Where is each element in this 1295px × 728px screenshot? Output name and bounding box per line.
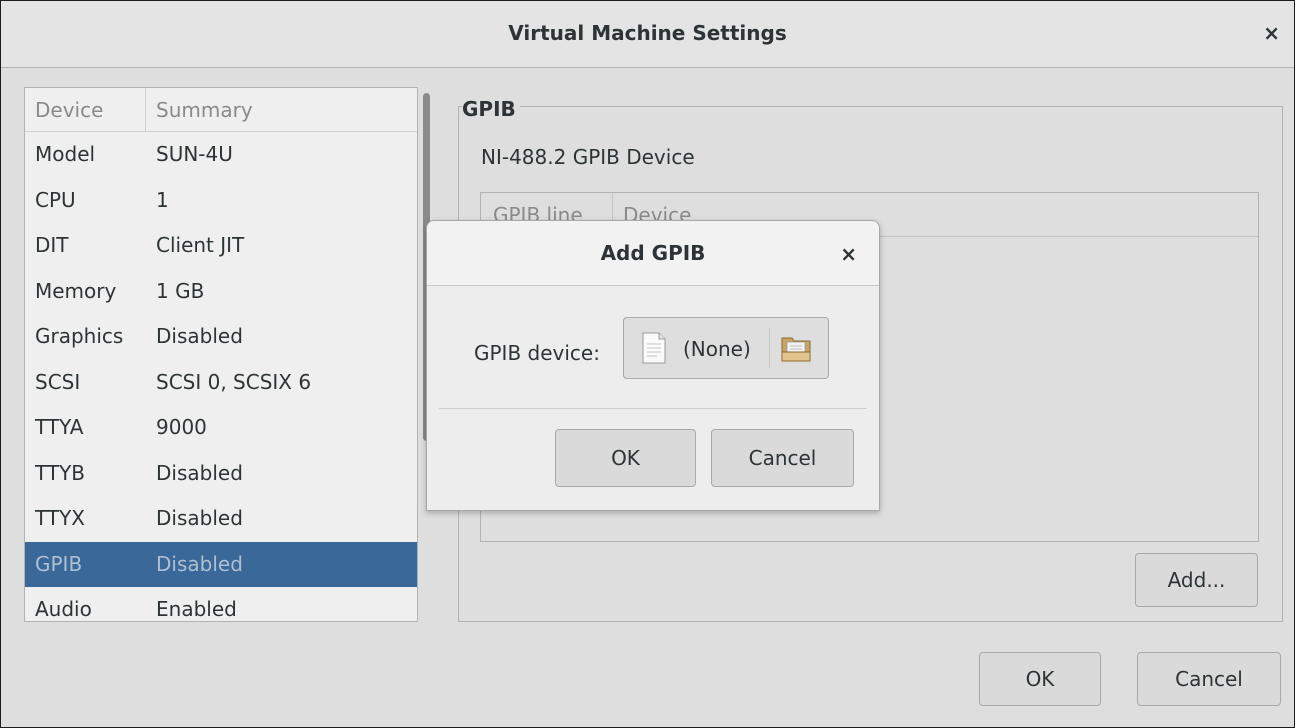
device-name: Model: [35, 142, 96, 166]
device-row-ttya[interactable]: TTYA 9000: [25, 405, 417, 450]
device-name: SCSI: [35, 369, 81, 394]
add-gpib-dialog: Add GPIB × GPIB device: (None) OK Cancel: [426, 220, 880, 511]
device-name: Memory: [35, 278, 117, 303]
device-summary: Disabled: [156, 551, 243, 576]
device-summary: SCSI 0, SCSIX 6: [156, 369, 312, 394]
device-list: Device Summary Model SUN-4U CPU 1 DIT Client …: [24, 87, 418, 622]
device-name: CPU: [35, 187, 76, 212]
device-row-dit[interactable]: DIT Client JIT: [25, 223, 417, 268]
device-column-header[interactable]: Device: [35, 98, 103, 122]
device-summary: 1: [156, 187, 169, 212]
device-summary: Disabled: [156, 460, 243, 485]
device-summary: Enabled: [156, 597, 237, 621]
ok-button[interactable]: OK: [979, 652, 1101, 706]
file-chooser-separator: [769, 328, 770, 368]
add-gpib-button[interactable]: Add...: [1135, 553, 1258, 607]
window-close-button[interactable]: ×: [1263, 22, 1280, 44]
device-name: TTYX: [35, 506, 85, 530]
device-name: GPIB: [35, 551, 83, 576]
device-row-ttyx[interactable]: TTYX Disabled: [25, 496, 417, 541]
device-summary: 9000: [156, 415, 207, 439]
device-name: Graphics: [35, 324, 124, 348]
gpib-device-label: GPIB device:: [474, 341, 600, 365]
dialog-ok-button[interactable]: OK: [555, 429, 696, 487]
device-row-scsi[interactable]: SCSI SCSI 0, SCSIX 6: [25, 360, 417, 405]
dialog-cancel-button[interactable]: Cancel: [711, 429, 854, 487]
document-icon: [642, 332, 666, 364]
dialog-close-button[interactable]: ×: [840, 242, 857, 266]
device-name: TTYA: [35, 415, 84, 439]
device-name: Audio: [35, 597, 92, 621]
dialog-title: Add GPIB: [600, 241, 706, 265]
window-title: Virtual Machine Settings: [508, 21, 787, 45]
folder-icon: [781, 337, 811, 362]
device-row-cpu[interactable]: CPU 1: [25, 178, 417, 223]
device-row-ttyb[interactable]: TTYB Disabled: [25, 451, 417, 496]
summary-column-header[interactable]: Summary: [156, 98, 253, 122]
device-name: TTYB: [35, 460, 86, 485]
device-row-memory[interactable]: Memory 1 GB: [25, 269, 417, 314]
device-row-graphics[interactable]: Graphics Disabled: [25, 314, 417, 359]
device-summary: SUN-4U: [156, 142, 233, 166]
window-titlebar: Virtual Machine Settings ×: [1, 1, 1294, 68]
device-row-audio[interactable]: Audio Enabled: [25, 587, 417, 621]
device-row-gpib[interactable]: GPIB Disabled: [25, 541, 417, 587]
device-row-model[interactable]: Model SUN-4U: [25, 132, 417, 177]
gpib-description: NI-488.2 GPIB Device: [481, 145, 695, 169]
device-summary: Client JIT: [156, 233, 245, 257]
dialog-divider: [439, 408, 867, 409]
device-summary: Disabled: [156, 324, 243, 348]
gpib-frame-label: GPIB: [462, 97, 520, 121]
gpib-device-file-chooser[interactable]: (None): [623, 317, 829, 379]
device-summary: Disabled: [156, 506, 243, 530]
header-separator: [145, 88, 146, 131]
device-name: DIT: [35, 233, 69, 257]
device-list-header: Device Summary: [25, 88, 417, 132]
device-summary: 1 GB: [156, 278, 205, 303]
gpib-device-value: (None): [683, 337, 751, 361]
dialog-titlebar: Add GPIB ×: [427, 221, 879, 286]
cancel-button[interactable]: Cancel: [1137, 652, 1281, 706]
